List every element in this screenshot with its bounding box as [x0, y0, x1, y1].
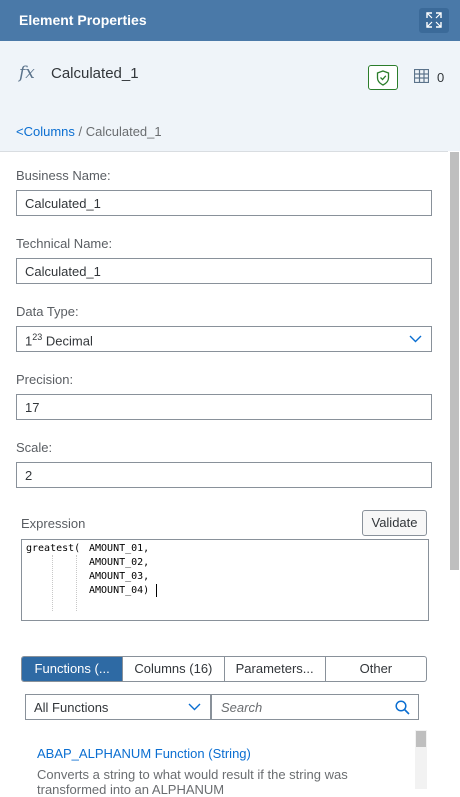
object-header: fx Calculated_1 0 <Columns / Calculated_… [0, 41, 460, 152]
code-line: greatest( [26, 543, 81, 554]
search-icon[interactable] [395, 700, 410, 715]
scale-label: Scale: [16, 440, 53, 455]
shield-icon [376, 70, 390, 86]
data-type-label: Data Type: [16, 304, 79, 319]
text-cursor [156, 584, 157, 597]
data-type-value: 123 Decimal [25, 332, 93, 348]
breadcrumb-columns-link[interactable]: <Columns [16, 124, 75, 139]
expression-tabs: Functions (... Columns (16) Parameters..… [21, 656, 427, 682]
expression-editor[interactable]: greatest( AMOUNT_01, AMOUNT_02, AMOUNT_0… [21, 539, 429, 621]
function-item-description: Converts a string to what would result i… [37, 767, 348, 797]
business-name-input[interactable]: Calculated_1 [16, 190, 432, 216]
tab-columns[interactable]: Columns (16) [122, 657, 223, 681]
column-count: 0 [437, 70, 445, 85]
panel-header: Element Properties [0, 0, 460, 41]
indent-guide [76, 555, 77, 611]
function-list-scrollbar[interactable] [415, 730, 427, 789]
breadcrumb: <Columns / Calculated_1 [16, 124, 162, 139]
panel-scrollbar[interactable] [448, 151, 460, 789]
expression-label: Expression [21, 516, 86, 531]
panel-title: Element Properties [19, 12, 147, 28]
expand-button[interactable] [419, 8, 449, 33]
code-line: AMOUNT_01, [89, 543, 150, 554]
precision-input[interactable]: 17 [16, 394, 432, 420]
scale-input[interactable]: 2 [16, 462, 432, 488]
table-columns-icon [414, 69, 429, 83]
tab-other[interactable]: Other [324, 657, 426, 681]
scrollbar-thumb[interactable] [416, 731, 426, 747]
fullscreen-icon [426, 12, 442, 28]
code-line: AMOUNT_02, [89, 557, 150, 568]
chevron-down-icon [409, 335, 422, 343]
function-icon: fx [19, 63, 35, 83]
function-search-input[interactable]: Search [211, 694, 419, 720]
code-line: AMOUNT_03, [89, 571, 150, 582]
technical-name-input[interactable]: Calculated_1 [16, 258, 432, 284]
indent-guide [52, 555, 53, 611]
function-item-title[interactable]: ABAP_ALPHANUM Function (String) [37, 746, 251, 761]
data-type-select[interactable]: 123 Decimal [16, 326, 432, 352]
code-line: AMOUNT_04) [89, 585, 150, 596]
tab-parameters[interactable]: Parameters... [223, 657, 325, 681]
function-category-select[interactable]: All Functions [25, 694, 211, 720]
breadcrumb-current: Calculated_1 [85, 124, 162, 139]
function-category-value: All Functions [34, 700, 109, 715]
business-name-label: Business Name: [16, 168, 111, 183]
search-placeholder: Search [221, 700, 263, 715]
validate-button[interactable]: Validate [362, 510, 427, 536]
data-type-text: Decimal [45, 333, 93, 349]
tab-functions[interactable]: Functions (... [22, 657, 123, 681]
scrollbar-thumb[interactable] [450, 152, 459, 570]
technical-name-label: Technical Name: [16, 236, 113, 251]
privacy-button[interactable] [368, 65, 398, 90]
precision-label: Precision: [16, 372, 74, 387]
decimal-type-icon-sup: 23 [32, 332, 43, 342]
breadcrumb-separator: / [74, 124, 86, 139]
object-name: Calculated_1 [51, 65, 139, 82]
chevron-down-icon [188, 703, 201, 711]
